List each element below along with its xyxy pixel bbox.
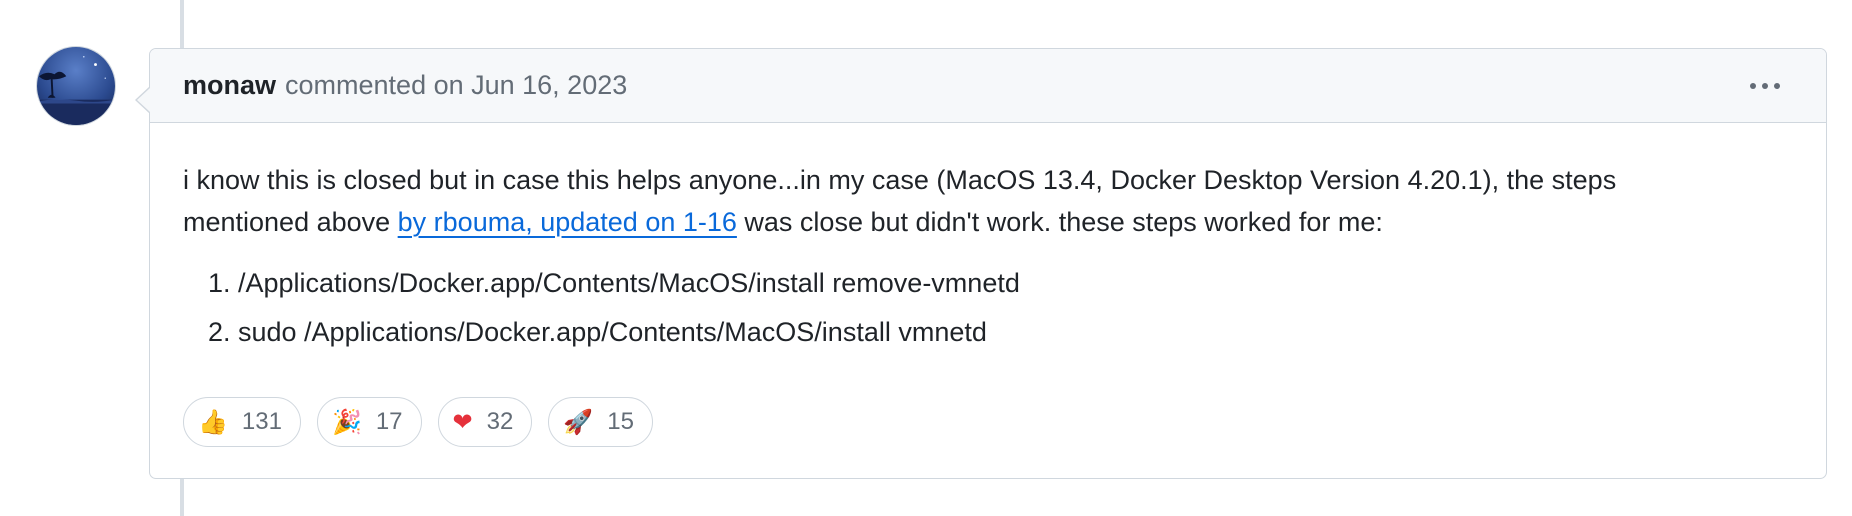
avatar[interactable] (36, 46, 116, 126)
list-item: sudo /Applications/Docker.app/Contents/M… (238, 311, 1793, 353)
avatar-image (37, 47, 115, 125)
paragraph-text: was close but didn't work. these steps w… (736, 207, 1383, 237)
heart-icon: ❤ (452, 408, 473, 436)
reactions-bar: 👍 131 🎉 17 ❤ 32 🚀 15 (183, 397, 653, 447)
thumbs-up-icon: 👍 (198, 408, 228, 436)
kebab-dot-icon (1750, 82, 1756, 89)
tada-icon: 🎉 (331, 408, 362, 436)
kebab-dot-icon (1762, 82, 1768, 89)
steps-list: /Applications/Docker.app/Contents/MacOS/… (183, 262, 1793, 353)
comment-body: i know this is closed but in case this h… (150, 123, 1826, 353)
comment-timestamp[interactable]: commented on Jun 16, 2023 (285, 70, 627, 101)
reaction-count: 15 (607, 408, 634, 435)
comment-options-button[interactable] (1744, 77, 1786, 95)
list-item: /Applications/Docker.app/Contents/MacOS/… (238, 262, 1793, 304)
reaction-rocket-button[interactable]: 🚀 15 (548, 397, 653, 447)
reaction-thumbs-up-button[interactable]: 👍 131 (183, 397, 301, 447)
comment-box: monaw commented on Jun 16, 2023 i know t… (135, 48, 1827, 479)
reaction-count: 32 (486, 408, 514, 435)
author-link[interactable]: monaw (183, 70, 276, 101)
reaction-count: 131 (241, 408, 282, 435)
rocket-icon: 🚀 (563, 408, 594, 436)
comment-header: monaw commented on Jun 16, 2023 (150, 49, 1826, 123)
comment-caret-fill (137, 87, 150, 112)
timeline: monaw commented on Jun 16, 2023 i know t… (0, 0, 1852, 516)
kebab-dot-icon (1774, 82, 1780, 89)
reaction-tada-button[interactable]: 🎉 17 (316, 397, 422, 447)
reaction-count: 17 (375, 408, 403, 435)
reaction-heart-button[interactable]: ❤ 32 (437, 397, 533, 447)
comment-paragraph: i know this is closed but in case this h… (183, 159, 1743, 243)
reference-link[interactable]: by rbouma, updated on 1-16 (398, 207, 737, 237)
